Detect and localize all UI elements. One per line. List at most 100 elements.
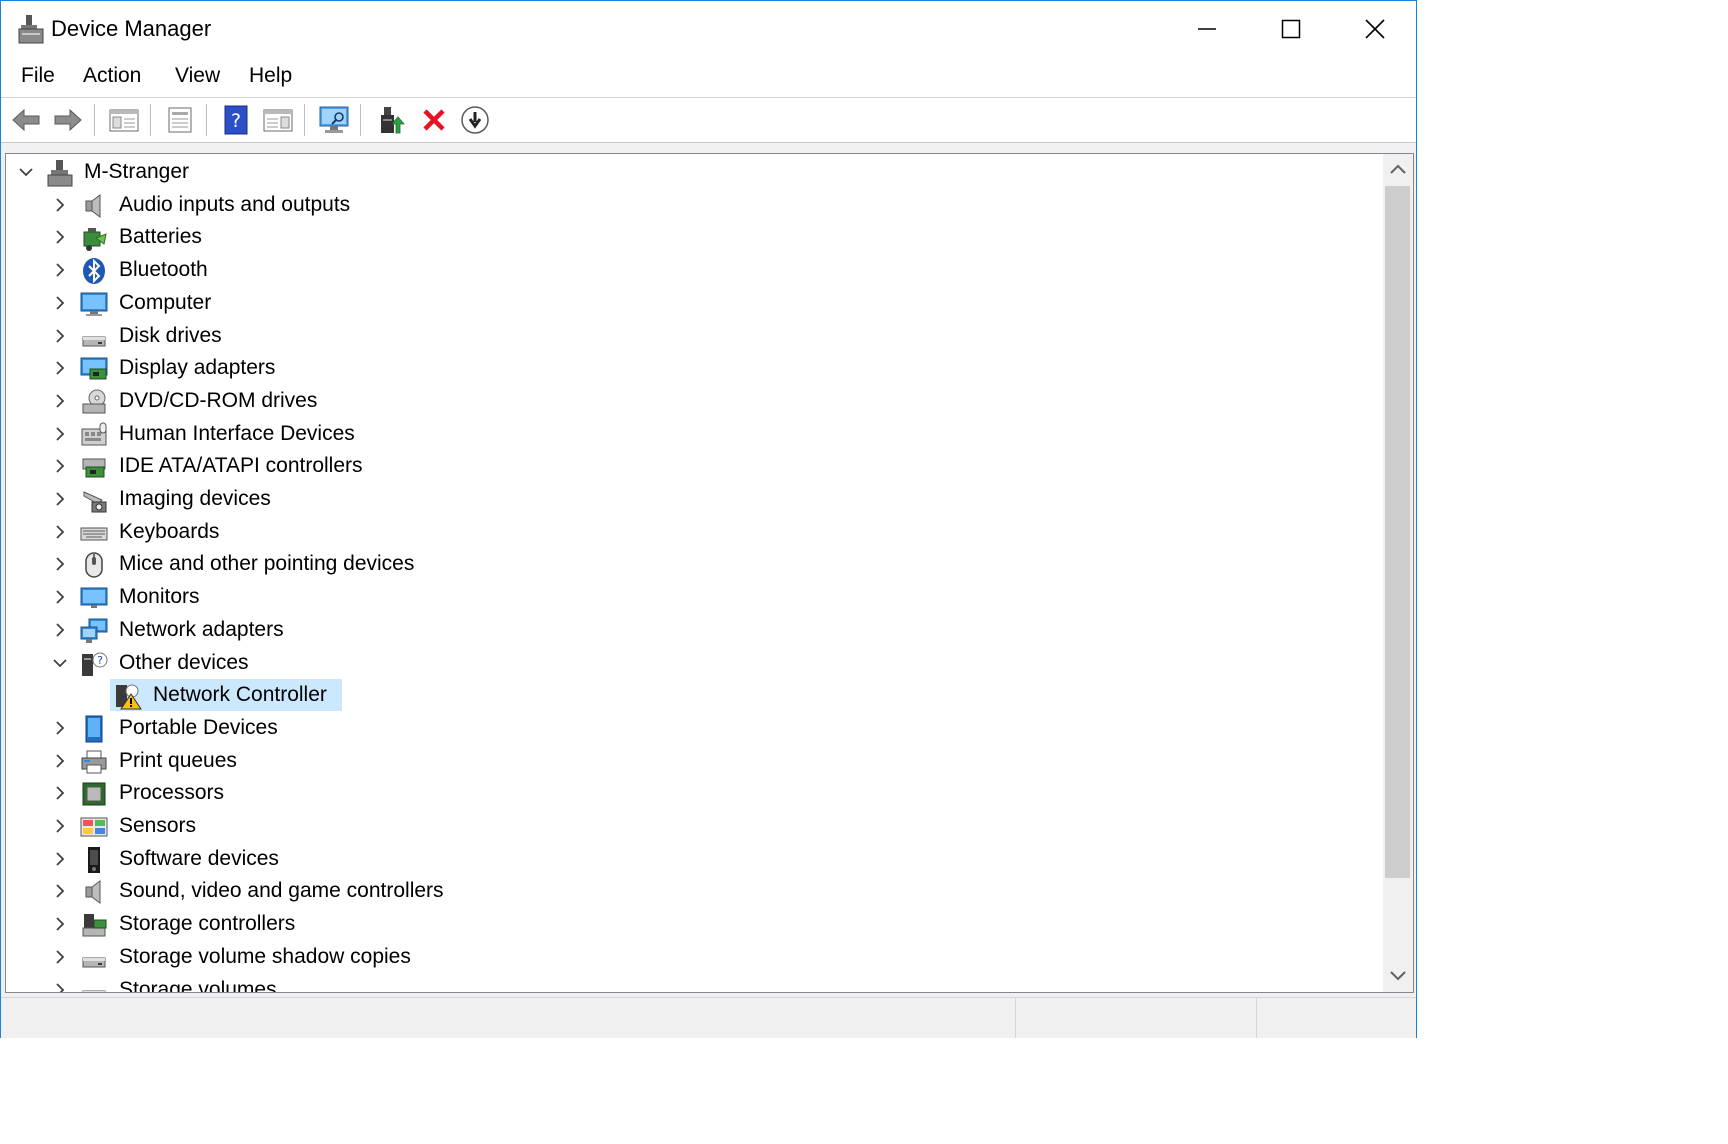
menu-help[interactable]: Help — [247, 64, 294, 88]
tree-category-node[interactable]: Disk drives — [6, 320, 1386, 353]
chevron-right-icon[interactable] — [50, 587, 70, 607]
menu-view[interactable]: View — [173, 64, 222, 88]
tree-category-node[interactable]: Network adapters — [6, 614, 1386, 647]
help-button[interactable]: ? — [219, 103, 253, 137]
tree-node-label: Storage controllers — [119, 912, 296, 936]
chevron-right-icon[interactable] — [50, 816, 70, 836]
tree-node-label: Storage volumes — [119, 977, 277, 993]
tree-category-node[interactable]: Portable Devices — [6, 712, 1386, 745]
tree-category-node[interactable]: Sensors — [6, 810, 1386, 843]
forward-button[interactable] — [51, 103, 85, 137]
tree-category-node[interactable]: Software devices — [6, 843, 1386, 876]
keyboard-icon — [80, 519, 108, 547]
chevron-right-icon[interactable] — [50, 881, 70, 901]
tree-category-node[interactable]: ? Other devices — [6, 647, 1386, 680]
properties-button[interactable] — [163, 103, 197, 137]
action-pane-button[interactable] — [261, 103, 295, 137]
tree-category-node[interactable]: Storage controllers — [6, 908, 1386, 941]
bluetooth-icon — [80, 257, 108, 285]
chevron-right-icon[interactable] — [50, 751, 70, 771]
tree-category-node[interactable]: IDE ATA/ATAPI controllers — [6, 450, 1386, 483]
chevron-right-icon[interactable] — [50, 718, 70, 738]
tree-category-node[interactable]: DVD/CD-ROM drives — [6, 385, 1386, 418]
tree-category-node[interactable]: Imaging devices — [6, 483, 1386, 516]
chevron-right-icon[interactable] — [50, 980, 70, 992]
tree-node-label: Human Interface Devices — [119, 421, 355, 445]
chevron-right-icon[interactable] — [50, 456, 70, 476]
chevron-right-icon[interactable] — [50, 260, 70, 280]
menu-action[interactable]: Action — [81, 64, 143, 88]
chevron-right-icon[interactable] — [50, 326, 70, 346]
tree-device-node[interactable]: Network Controller — [6, 679, 1386, 712]
toolbar: ? — [1, 98, 1416, 143]
scroll-down-icon[interactable] — [1389, 970, 1407, 982]
tree-category-node[interactable]: Mice and other pointing devices — [6, 548, 1386, 581]
tree-node-label: Portable Devices — [119, 715, 278, 739]
tree-category-node[interactable]: Computer — [6, 287, 1386, 320]
tree-node-label: Bluetooth — [119, 258, 208, 282]
device-manager-window: Device Manager File Action View Help ? M… — [0, 0, 1417, 1038]
tree-category-node[interactable]: Storage volume shadow copies — [6, 941, 1386, 974]
tree-node-label: Network adapters — [119, 617, 284, 641]
disable-device-button[interactable] — [458, 103, 492, 137]
tree-category-node[interactable]: Storage volumes — [6, 974, 1386, 993]
show-hide-console-tree-button[interactable] — [107, 103, 141, 137]
close-button[interactable] — [1333, 1, 1417, 57]
chevron-right-icon[interactable] — [50, 358, 70, 378]
tree-category-node[interactable]: Keyboards — [6, 516, 1386, 549]
vertical-scrollbar[interactable] — [1383, 154, 1413, 992]
tree-category-node[interactable]: Processors — [6, 777, 1386, 810]
tree-category-node[interactable]: Monitors — [6, 581, 1386, 614]
chevron-right-icon[interactable] — [50, 522, 70, 542]
maximize-button[interactable] — [1249, 1, 1333, 57]
chevron-right-icon[interactable] — [50, 914, 70, 934]
chevron-right-icon[interactable] — [50, 620, 70, 640]
title-bar[interactable]: Device Manager — [1, 1, 1416, 57]
minimize-button[interactable] — [1165, 1, 1249, 57]
chevron-right-icon[interactable] — [50, 783, 70, 803]
tree-node-label: Computer — [119, 290, 212, 314]
uninstall-device-button[interactable] — [417, 103, 451, 137]
window-title: Device Manager — [51, 16, 212, 41]
tree-root-node[interactable]: M-Stranger — [6, 156, 1386, 189]
console-tree-icon — [109, 109, 139, 132]
chevron-right-icon[interactable] — [50, 849, 70, 869]
update-driver-button[interactable] — [375, 103, 409, 137]
chevron-down-icon[interactable] — [16, 162, 36, 182]
menu-file[interactable]: File — [19, 64, 57, 88]
chevron-right-icon[interactable] — [50, 195, 70, 215]
tree-category-node[interactable]: Sound, video and game controllers — [6, 875, 1386, 908]
tree-category-node[interactable]: Print queues — [6, 745, 1386, 778]
root-computer-icon — [46, 159, 74, 187]
update-driver-icon — [381, 107, 405, 134]
tree-category-node[interactable]: Bluetooth — [6, 254, 1386, 287]
chevron-right-icon[interactable] — [50, 227, 70, 247]
chevron-right-icon[interactable] — [50, 489, 70, 509]
svg-text:?: ? — [231, 110, 241, 132]
device-tree-pane[interactable]: M-Stranger Audio inputs and outputs Batter… — [5, 153, 1414, 993]
properties-icon — [168, 107, 192, 133]
tree-category-node[interactable]: Batteries — [6, 221, 1386, 254]
chevron-right-icon[interactable] — [50, 391, 70, 411]
mouse-icon — [80, 551, 108, 579]
scrollbar-thumb[interactable] — [1385, 186, 1410, 878]
scroll-up-icon[interactable] — [1389, 163, 1407, 175]
back-button[interactable] — [9, 103, 43, 137]
chevron-right-icon[interactable] — [50, 554, 70, 574]
chevron-right-icon[interactable] — [50, 424, 70, 444]
tree-category-node[interactable]: Audio inputs and outputs — [6, 189, 1386, 222]
chevron-right-icon[interactable] — [50, 293, 70, 313]
tree-category-node[interactable]: Human Interface Devices — [6, 418, 1386, 451]
tree-node-label: Audio inputs and outputs — [119, 192, 351, 216]
disable-device-icon — [461, 106, 489, 134]
chevron-down-icon[interactable] — [50, 653, 70, 673]
tree-node-label: Storage volume shadow copies — [119, 944, 411, 968]
scan-hardware-changes-button[interactable] — [317, 103, 351, 137]
tree-node-label: Keyboards — [119, 519, 220, 543]
tree-category-node[interactable]: Display adapters — [6, 352, 1386, 385]
chevron-right-icon[interactable] — [50, 947, 70, 967]
disk-drive-icon — [80, 977, 108, 992]
tree-node-label: Print queues — [119, 748, 237, 772]
status-bar — [1, 997, 1416, 1038]
tree-node-label: Disk drives — [119, 323, 222, 347]
